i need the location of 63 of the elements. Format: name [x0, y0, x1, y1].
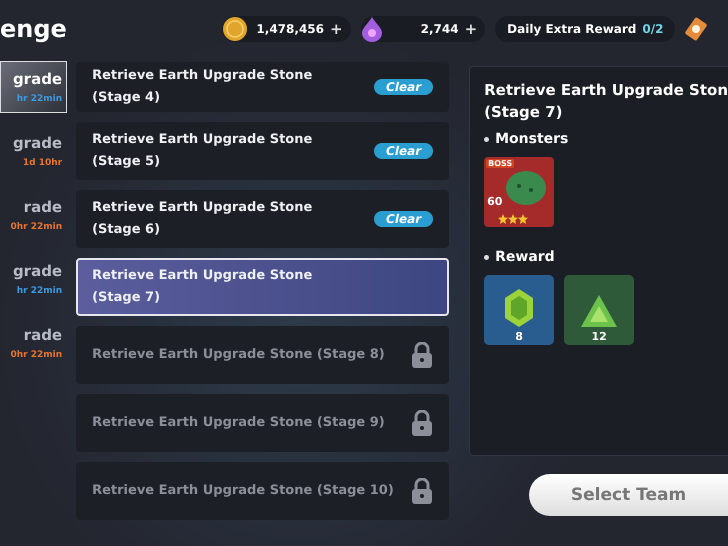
sidebar-item-timer: 0hr 22min	[10, 350, 62, 360]
star-icon	[518, 214, 528, 224]
clear-badge: Clear	[374, 79, 434, 95]
star-icon	[498, 214, 508, 224]
lock-icon	[411, 342, 434, 368]
stage-title: Retrieve Earth Upgrade Stone (Stage 7)	[92, 267, 312, 307]
sidebar-item-timer: hr 22min	[16, 286, 62, 296]
sidebar-item[interactable]: grade 1d 10hr	[0, 125, 68, 177]
coin-icon	[222, 16, 248, 42]
sidebar-item-timer: 0hr 22min	[10, 222, 62, 232]
star-icon	[508, 214, 518, 224]
sidebar-item-timer: hr 22min	[16, 94, 62, 104]
page-title: enge	[0, 15, 68, 43]
select-team-button[interactable]: Select Team	[529, 474, 728, 516]
sidebar-item-timer: 1d 10hr	[22, 158, 62, 168]
sidebar-item-label: grade	[12, 262, 62, 280]
sidebar-item[interactable]: rade 0hr 22min	[0, 189, 68, 241]
stage-row[interactable]: Retrieve Earth Upgrade Stone (Stage 6) Clear	[76, 190, 450, 248]
stage-row[interactable]: Retrieve Earth Upgrade Stone (Stage 5) Clear	[76, 122, 450, 180]
reward-card[interactable]: 12	[564, 275, 634, 345]
stage-title: Retrieve Earth Upgrade Stone (Stage 9)	[92, 414, 385, 432]
reward-count: 12	[591, 330, 607, 343]
sidebar-item[interactable]: rade 0hr 22min	[0, 317, 68, 369]
monsters-heading: Monsters	[495, 131, 568, 147]
sidebar-item-label: rade	[24, 198, 62, 216]
stage-title: Retrieve Earth Upgrade Stone (Stage 10)	[92, 482, 394, 500]
bullet-icon	[484, 136, 490, 142]
currency-amount: 1,478,456	[255, 22, 324, 36]
reward-heading: Reward	[495, 249, 555, 265]
add-button[interactable]: +	[330, 20, 343, 38]
stage-row[interactable]: Retrieve Earth Upgrade Stone (Stage 10)	[76, 462, 450, 520]
stage-row[interactable]: Retrieve Earth Upgrade Stone (Stage 7)	[76, 258, 450, 316]
currency-amount: 2,744	[420, 22, 459, 36]
sidebar-item-label: grade	[12, 134, 62, 152]
lock-icon	[411, 478, 434, 504]
stage-title: Retrieve Earth Upgrade Stone (Stage 5)	[92, 131, 312, 171]
stage-title: Retrieve Earth Upgrade Stone (Stage 8)	[92, 346, 385, 364]
daily-reward-label: Daily Extra Reward	[506, 22, 636, 36]
monster-drawing	[506, 171, 546, 205]
sidebar-item[interactable]: grade hr 22min	[0, 61, 68, 113]
sidebar-item-label: grade	[12, 70, 62, 88]
detail-title: Retrieve Earth Upgrade Ston (Stage 7)	[484, 80, 728, 123]
sidebar-item-label: rade	[24, 326, 62, 344]
bullet-icon	[484, 254, 490, 260]
clear-badge: Clear	[374, 143, 434, 159]
stage-title: Retrieve Earth Upgrade Stone (Stage 6)	[92, 199, 312, 239]
reward-card[interactable]: 8	[484, 275, 554, 345]
droplet-gem-icon	[360, 16, 383, 42]
reward-count: 8	[515, 330, 523, 343]
daily-reward-count: 0/2	[642, 22, 664, 36]
clear-badge: Clear	[374, 211, 434, 227]
boss-badge: BOSS	[486, 159, 514, 168]
monster-level: 60	[487, 195, 502, 208]
stage-row[interactable]: Retrieve Earth Upgrade Stone (Stage 4) Clear	[76, 62, 450, 112]
monster-card[interactable]: BOSS 60	[484, 157, 554, 227]
triangle-gem-icon	[580, 294, 618, 328]
stage-title: Retrieve Earth Upgrade Stone (Stage 4)	[92, 67, 312, 107]
add-button[interactable]: +	[464, 20, 478, 38]
lock-icon	[411, 410, 434, 436]
stage-row[interactable]: Retrieve Earth Upgrade Stone (Stage 9)	[76, 394, 450, 452]
sidebar-item[interactable]: grade hr 22min	[0, 253, 68, 305]
hexagon-gem-icon	[504, 288, 534, 328]
stage-row[interactable]: Retrieve Earth Upgrade Stone (Stage 8)	[76, 326, 450, 384]
